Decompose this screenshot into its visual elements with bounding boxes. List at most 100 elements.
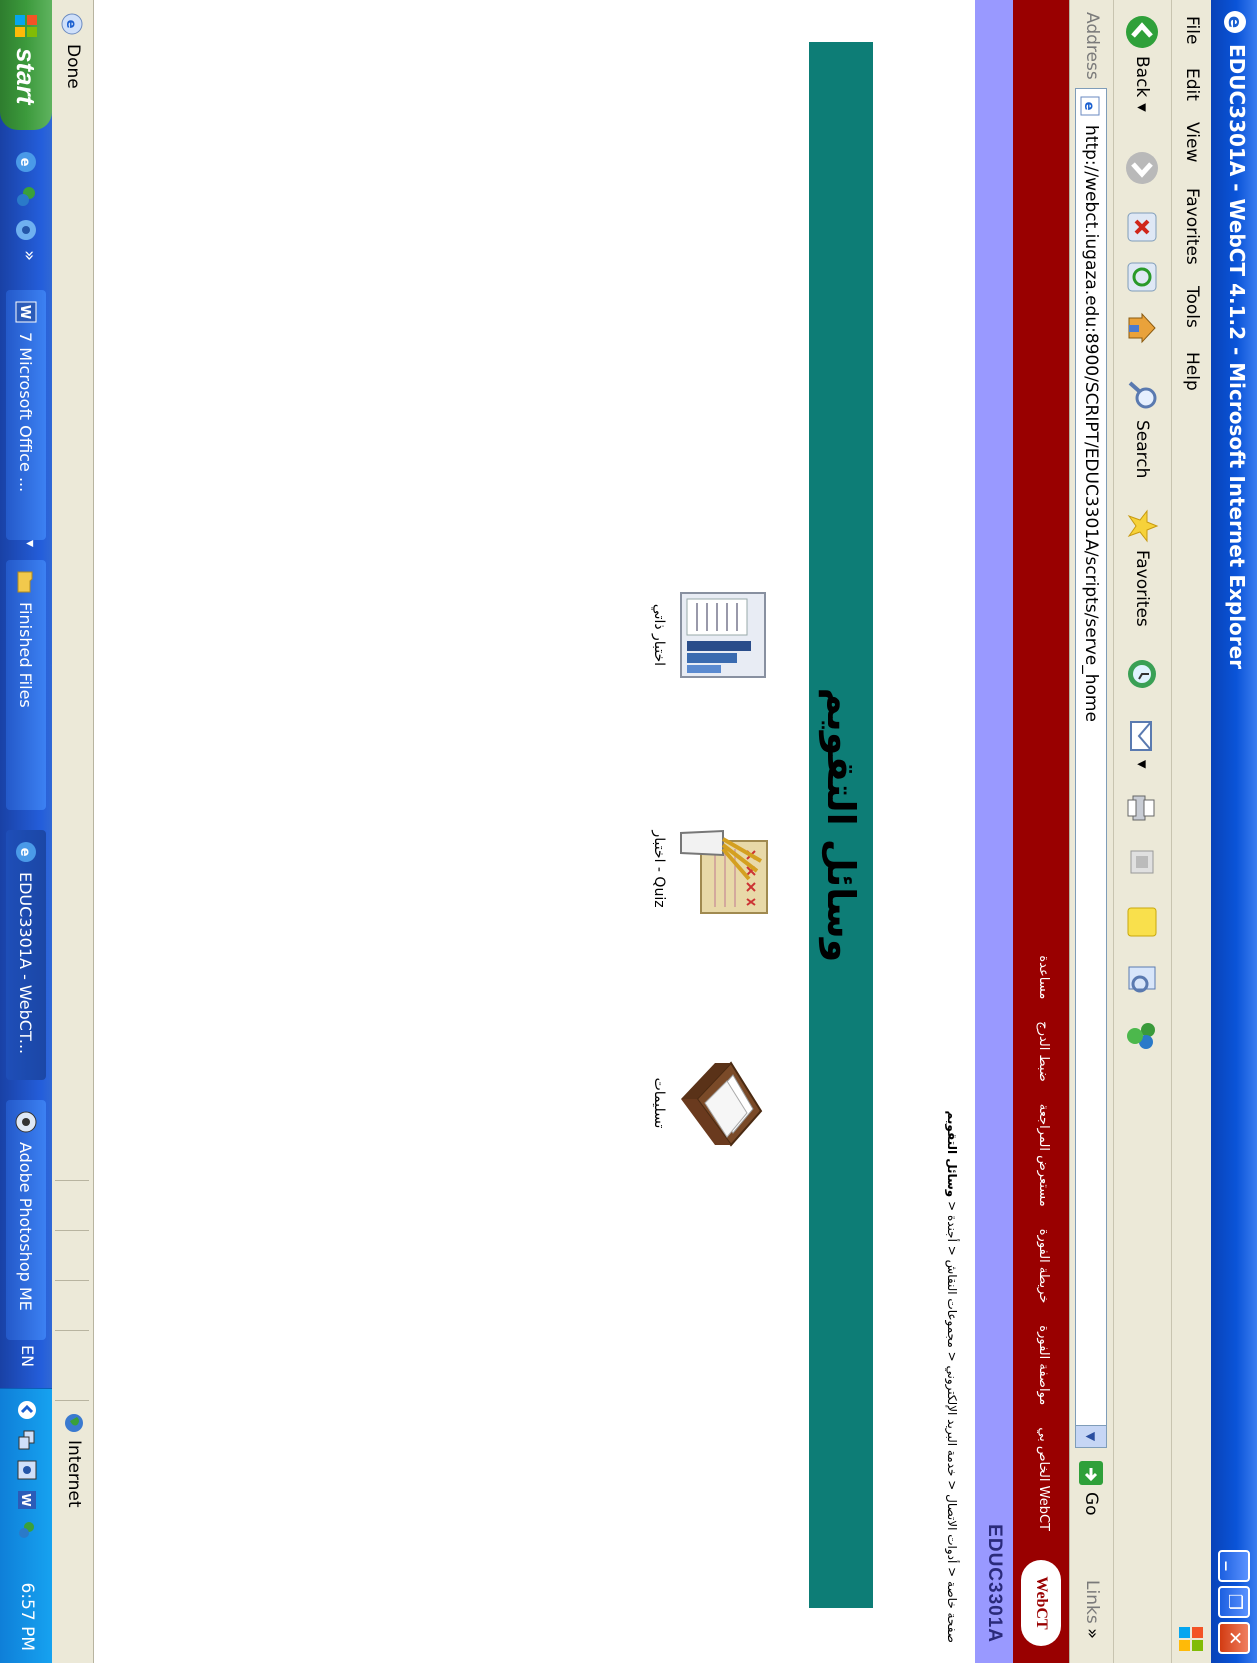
quicklaunch-messenger-icon[interactable]: [14, 184, 38, 208]
title-bar: e EDUC3301A - WebCT 4.1.2 - Microsoft In…: [1211, 0, 1257, 1663]
windows-flag-icon: [1179, 1627, 1203, 1651]
nav-help[interactable]: مساعدة: [1036, 955, 1051, 999]
refresh-button[interactable]: [1121, 260, 1163, 294]
back-dropdown-icon[interactable]: ▾: [1132, 103, 1152, 112]
status-divider: [55, 1230, 89, 1231]
messenger-icon: [1127, 1023, 1155, 1049]
self-test-icon: [680, 592, 766, 678]
tool-self-test[interactable]: اختبار ذاتي: [581, 540, 771, 730]
forward-button[interactable]: [1121, 150, 1163, 186]
favorites-button[interactable]: Favorites: [1121, 508, 1163, 627]
language-indicator[interactable]: EN: [18, 1345, 37, 1367]
taskbar-item-office[interactable]: W 7 Microsoft Office ...: [6, 290, 46, 540]
edit-icon: [1130, 850, 1154, 874]
tray-app-icon[interactable]: [16, 1459, 38, 1481]
mail-dropdown-icon[interactable]: ▾: [1132, 760, 1152, 769]
status-divider: [55, 1330, 89, 1331]
start-button[interactable]: start: [0, 0, 52, 130]
sticky-note-icon: [1127, 907, 1157, 937]
svg-text:e: e: [1081, 102, 1096, 111]
menu-help[interactable]: Help: [1182, 352, 1202, 391]
close-button[interactable]: ✕: [1218, 1622, 1250, 1654]
status-bar: e Done Internet: [52, 0, 94, 1663]
address-bar: Address e http://webct.iugaza.edu:8900/S…: [1069, 0, 1113, 1663]
tool-label[interactable]: اختبار ذاتي: [651, 540, 667, 730]
tool-quiz[interactable]: Quiz - اختبار: [581, 774, 771, 964]
menu-tools[interactable]: Tools: [1182, 286, 1202, 328]
nav-settings[interactable]: ضبط الدرج: [1036, 1021, 1051, 1082]
address-dropdown-icon[interactable]: ▼: [1076, 1425, 1106, 1447]
go-arrow-icon: [1079, 1461, 1103, 1485]
refresh-icon: [1127, 262, 1157, 292]
discuss-button[interactable]: [1121, 904, 1163, 940]
research-button[interactable]: [1121, 962, 1163, 998]
quicklaunch-ie-icon[interactable]: e: [14, 150, 38, 174]
network-icon[interactable]: [16, 1429, 38, 1451]
history-icon: [1128, 660, 1156, 688]
svg-text:e: e: [17, 848, 32, 857]
webct-header: WebCT الخاص بي مواصفة الفورة خريطة الفور…: [1013, 0, 1069, 1663]
webct-logo[interactable]: WebCT: [1021, 1560, 1061, 1646]
go-button[interactable]: Go: [1075, 1460, 1107, 1516]
print-button[interactable]: [1121, 790, 1163, 826]
toolbar: Back ▾ Search Favorites ▾: [1113, 0, 1171, 1663]
nav-my-webct[interactable]: WebCT الخاص بي: [1036, 1427, 1051, 1531]
word-icon: W: [15, 301, 37, 323]
security-zone: Internet: [63, 1412, 85, 1508]
research-icon: [1128, 966, 1156, 993]
address-url: http://webct.iugaza.edu:8900/SCRIPT/EDUC…: [1081, 125, 1101, 722]
tray-expand-icon[interactable]: [16, 1399, 38, 1421]
nav-course-map[interactable]: خريطة الفورة: [1036, 1229, 1051, 1304]
menu-view[interactable]: View: [1182, 122, 1202, 162]
system-tray: W 6:57 PM: [0, 1388, 52, 1663]
page-banner: وسائل التقويم: [809, 42, 873, 1608]
address-input[interactable]: e http://webct.iugaza.edu:8900/SCRIPT/ED…: [1075, 88, 1107, 1448]
nav-review-browser[interactable]: مستعرض المراجعة: [1036, 1104, 1051, 1207]
tool-assignments[interactable]: تسليمات: [581, 1008, 771, 1198]
taskbar-item-photoshop[interactable]: Adobe Photoshop ME: [6, 1100, 46, 1340]
course-id: EDUC3301A: [984, 1524, 1005, 1643]
minimize-button[interactable]: _: [1218, 1550, 1250, 1582]
stop-icon: [1127, 212, 1157, 242]
history-button[interactable]: [1121, 656, 1163, 692]
stop-button[interactable]: [1121, 210, 1163, 244]
breadcrumb-item-mail[interactable]: خدمة البريد الإلكتروني: [945, 1366, 959, 1477]
breadcrumb-item-communication[interactable]: أدوات الاتصال: [945, 1494, 959, 1563]
page-icon: e: [1080, 96, 1100, 116]
tool-label[interactable]: Quiz - اختبار: [651, 774, 667, 964]
edit-button[interactable]: [1121, 846, 1163, 878]
menu-favorites[interactable]: Favorites: [1182, 188, 1202, 265]
taskbar-item-finished-files[interactable]: Finished Files: [6, 560, 46, 810]
back-arrow-icon: [1126, 16, 1158, 48]
menu-edit[interactable]: Edit: [1182, 68, 1202, 101]
svg-text:e: e: [17, 158, 32, 167]
word-tray-icon[interactable]: W: [16, 1489, 38, 1511]
home-button[interactable]: [1121, 310, 1163, 346]
photoshop-icon: [15, 1111, 37, 1133]
breadcrumb-item-discussions[interactable]: مجموعات النقاش: [945, 1260, 959, 1348]
window-title: EDUC3301A - WebCT 4.1.2 - Microsoft Inte…: [1225, 44, 1249, 670]
breadcrumb-item-calendar[interactable]: أجندة: [945, 1215, 959, 1242]
clock[interactable]: 6:57 PM: [17, 1583, 37, 1652]
messenger-tray-icon[interactable]: [16, 1519, 38, 1541]
svg-text:e: e: [63, 20, 78, 29]
links-overflow-icon[interactable]: »: [1082, 1628, 1103, 1639]
status-divider: [55, 1180, 89, 1181]
favorites-star-icon: [1127, 509, 1159, 543]
search-button[interactable]: Search: [1121, 378, 1163, 478]
quicklaunch-overflow-icon[interactable]: »: [19, 250, 40, 261]
quicklaunch-media-icon[interactable]: [14, 218, 38, 242]
breadcrumb-item-home[interactable]: صفحة خاصة: [945, 1581, 959, 1643]
links-button[interactable]: Links: [1082, 1580, 1102, 1624]
back-button[interactable]: Back ▾: [1121, 14, 1163, 112]
taskbar-item-webct[interactable]: e EDUC3301A - WebCT...: [6, 830, 46, 1080]
tool-label[interactable]: تسليمات: [651, 1008, 667, 1198]
restore-button[interactable]: ❐: [1218, 1586, 1250, 1618]
breadcrumb-current: وسائل التقويم: [945, 1110, 959, 1198]
menu-file[interactable]: File: [1182, 16, 1202, 44]
messenger-button[interactable]: [1121, 1018, 1163, 1054]
group-dropdown-icon[interactable]: ▾: [22, 540, 38, 547]
ie-icon: e: [16, 842, 36, 862]
mail-button[interactable]: ▾: [1121, 718, 1163, 769]
nav-course-description[interactable]: مواصفة الفورة: [1036, 1325, 1051, 1405]
